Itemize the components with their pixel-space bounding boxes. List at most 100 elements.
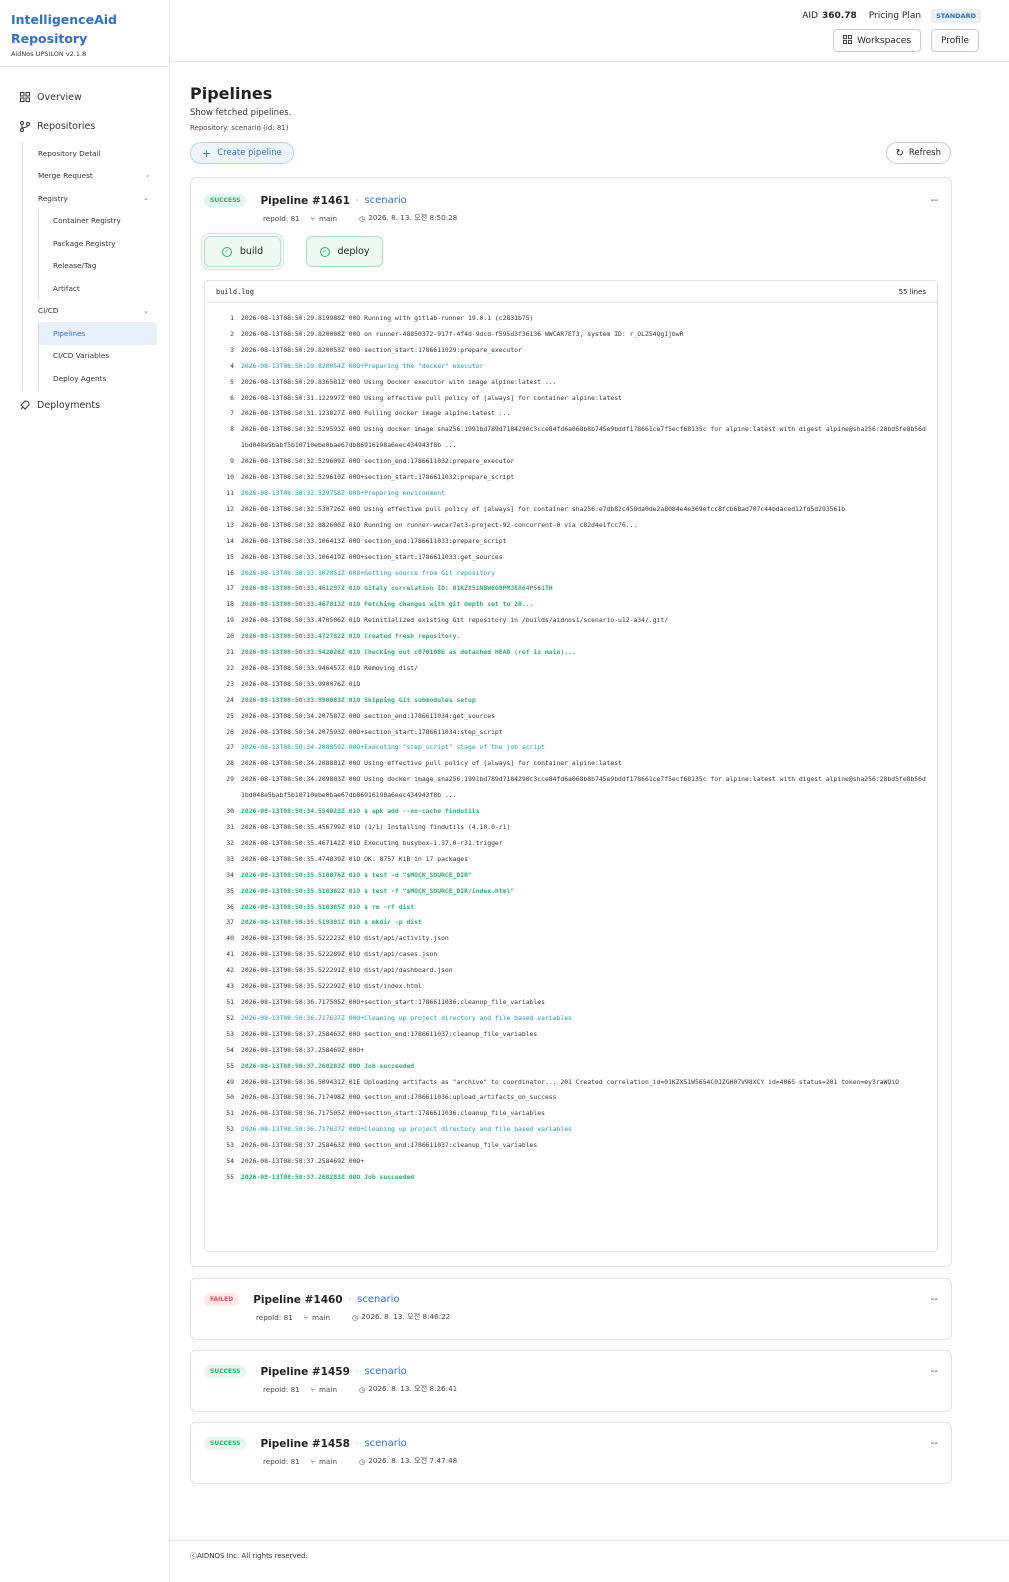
nav-overview[interactable]: Overview xyxy=(0,85,169,109)
separator-dot: · xyxy=(355,1367,359,1376)
log-header: build.log 55 lines xyxy=(205,281,937,303)
nav-deploy-agents-label: Deploy Agents xyxy=(53,373,107,383)
project-link[interactable]: scenario xyxy=(364,1438,406,1449)
log-filename: build.log xyxy=(216,287,254,296)
log-line-text: 2026-08-13T08:50:35.522291Z 01O dist/api… xyxy=(241,966,453,975)
nav-container-registry[interactable]: Container Registry xyxy=(39,210,169,233)
workspaces-button[interactable]: Workspaces xyxy=(833,29,922,52)
more-icon[interactable]: -- xyxy=(931,1294,938,1305)
log-line-number: 54 xyxy=(226,1157,234,1166)
job-deploy-label: deploy xyxy=(337,246,370,257)
pipeline-meta: repoId: 81 ⑂ main ◷ 2026. 8. 13. 오전 7:47:4… xyxy=(191,1456,951,1466)
pipeline-name[interactable]: Pipeline #1458 xyxy=(260,1438,349,1450)
profile-label: Profile xyxy=(941,35,969,46)
pipeline-name[interactable]: Pipeline #1461 xyxy=(260,195,349,207)
check-circle-icon: ✓ xyxy=(319,246,330,257)
log-line: 43 2026-08-13T08:50:35.522292Z 01O dist/i… xyxy=(205,979,937,995)
nav-registry[interactable]: Registry ⌄ xyxy=(23,187,169,210)
job-list: ✓ build ✓ deploy xyxy=(191,236,951,267)
log-line-text: 2026-08-13T08:50:36.509431Z 01E Uploadin… xyxy=(241,1077,899,1086)
pipeline-card[interactable]: SUCCESS Pipeline #1459 · scenario -- rep… xyxy=(190,1350,952,1412)
log-line-text: 2026-08-13T08:50:35.522292Z 01O dist/ind… xyxy=(241,982,422,991)
log-line-text: 2026-08-13T08:50:29.836581Z 00O Using Do… xyxy=(241,377,557,386)
log-line-number: 30 xyxy=(226,807,234,816)
profile-button[interactable]: Profile xyxy=(931,29,979,52)
nav-repository-detail[interactable]: Repository Detail xyxy=(23,142,169,165)
pipeline-header: SUCCESS Pipeline #1459 · scenario -- xyxy=(191,1365,951,1378)
log-line: 28 2026-08-13T08:50:34.208881Z 00O Using … xyxy=(205,756,937,772)
log-line: 49 2026-08-13T08:50:36.509431Z 01E Upload… xyxy=(205,1075,937,1091)
log-line-number: 36 xyxy=(226,902,234,911)
timestamp: ◷ 2026. 8. 13. 오전 8:50:28 xyxy=(359,213,468,223)
log-line-text: 2026-08-13T08:50:33.107051Z 00O+Getting … xyxy=(241,568,495,577)
log-line-number: 17 xyxy=(226,584,234,593)
cicd-subtree: Pipelines CI/CD Variables Deploy Agents xyxy=(38,322,169,390)
check-circle-icon: ✓ xyxy=(221,246,232,257)
log-line-text: 2026-08-13T08:50:33.942026Z 01O Checking… xyxy=(241,648,576,657)
log-line-text: 2026-08-13T08:50:37.268283Z 00O Job succ… xyxy=(241,1172,415,1181)
nav-deploy-agents[interactable]: Deploy Agents xyxy=(39,367,169,390)
log-line: 13 2026-08-13T08:50:32.882600Z 01O Runnin… xyxy=(205,518,937,534)
nav-artifact[interactable]: Artifact xyxy=(39,277,169,300)
log-line: 53 2026-08-13T08:50:37.258463Z 00O sectio… xyxy=(205,1138,937,1154)
log-line-number: 18 xyxy=(226,600,234,609)
log-line-text: 2026-08-13T08:50:33.467813Z 01O Fetching… xyxy=(241,600,534,609)
job-build[interactable]: ✓ build xyxy=(204,236,281,267)
log-line: 52 2026-08-13T08:50:36.717637Z 00O+Cleani… xyxy=(205,1011,937,1027)
status-badge: SUCCESS xyxy=(204,194,247,207)
pipeline-card[interactable]: SUCCESS Pipeline #1461 · scenario -- rep… xyxy=(190,177,952,1267)
status-badge: SUCCESS xyxy=(204,1365,247,1378)
log-line-number: 24 xyxy=(226,695,234,704)
log-line-text: 2026-08-13T08:50:37.258469Z 00O+ xyxy=(241,1045,365,1054)
log-line: 9 2026-08-13T08:50:32.529609Z 00O section… xyxy=(205,454,937,470)
log-line-number: 8 xyxy=(230,425,234,434)
log-line: 55 2026-08-13T08:50:37.268283Z 00O Job su… xyxy=(205,1170,937,1186)
footer: ⓒAIDNOS Inc. All rights reserved. xyxy=(170,1540,1009,1582)
log-line: 35 2026-08-13T08:50:35.518382Z 01O $ test… xyxy=(205,884,937,900)
brand-version: AidNos UPSILON v2.1.8 xyxy=(11,50,87,58)
more-icon[interactable]: -- xyxy=(931,1366,938,1377)
log-line: 14 2026-08-13T08:50:33.106413Z 00O sectio… xyxy=(205,534,937,550)
nav-repositories[interactable]: Repositories xyxy=(0,114,169,138)
nav-release-tag[interactable]: Release/Tag xyxy=(39,255,169,278)
nav-package-registry[interactable]: Package Registry xyxy=(39,232,169,255)
project-link[interactable]: scenario xyxy=(357,1294,399,1305)
nav-merge-request[interactable]: Merge Request › xyxy=(23,165,169,188)
log-line-number: 52 xyxy=(226,1125,234,1134)
log-line: 19 2026-08-13T08:50:33.470506Z 01O Reinit… xyxy=(205,613,937,629)
pipeline-name[interactable]: Pipeline #1460 xyxy=(253,1294,342,1306)
pipeline-card[interactable]: FAILED Pipeline #1460 · scenario -- repo… xyxy=(190,1278,952,1340)
more-icon[interactable]: -- xyxy=(931,1438,938,1449)
log-line-text: 2026-08-13T08:50:35.456799Z 01O (1/1) In… xyxy=(241,823,511,831)
more-icon[interactable]: -- xyxy=(931,195,938,206)
job-log-panel[interactable]: build.log 55 lines 1 2026-08-13T08:50:29.… xyxy=(204,280,938,1252)
log-line-text: 2026-08-13T08:50:36.717637Z 00O+Cleaning… xyxy=(241,1125,572,1134)
refresh-label: Refresh xyxy=(908,148,941,158)
log-line-text: 2026-08-13T08:50:35.518385Z 01O $ rm -rf… xyxy=(241,902,415,911)
log-line-text: 2026-08-13T08:50:35.518382Z 01O $ test -… xyxy=(241,886,515,895)
git-branch-icon: ⑂ xyxy=(310,213,316,223)
nav-deployments[interactable]: Deployments xyxy=(0,394,169,418)
nav-cicd-variables[interactable]: CI/CD Variables xyxy=(39,345,169,368)
project-link[interactable]: scenario xyxy=(364,1366,406,1377)
log-line-number: 26 xyxy=(226,727,234,736)
job-deploy[interactable]: ✓ deploy xyxy=(306,236,383,267)
log-line: 18 2026-08-13T08:50:33.467813Z 01O Fetchi… xyxy=(205,597,937,613)
nav-cicd[interactable]: CI/CD ⌄ xyxy=(23,300,169,323)
project-link[interactable]: scenario xyxy=(364,195,406,206)
log-line-number: 53 xyxy=(226,1141,234,1150)
create-pipeline-label: Create pipeline xyxy=(217,148,282,158)
branch: ⑂ main xyxy=(311,214,348,223)
log-line-number: 13 xyxy=(226,520,234,529)
log-line-text: 2026-08-13T08:50:37.258469Z 00O+ xyxy=(241,1157,365,1166)
brand-title-line1[interactable]: IntelligenceAid xyxy=(11,10,158,29)
create-pipeline-button[interactable]: + Create pipeline xyxy=(190,142,294,164)
page-title: Pipelines xyxy=(190,84,273,103)
separator-dot: · xyxy=(348,1295,352,1304)
nav-pipelines[interactable]: Pipelines xyxy=(39,322,157,345)
brand-title-line2[interactable]: Repository xyxy=(11,29,158,48)
status-badge: SUCCESS xyxy=(204,1437,247,1450)
refresh-button[interactable]: ↻ Refresh xyxy=(885,142,951,164)
pipeline-card[interactable]: SUCCESS Pipeline #1458 · scenario -- rep… xyxy=(190,1422,952,1484)
pipeline-name[interactable]: Pipeline #1459 xyxy=(260,1366,349,1378)
